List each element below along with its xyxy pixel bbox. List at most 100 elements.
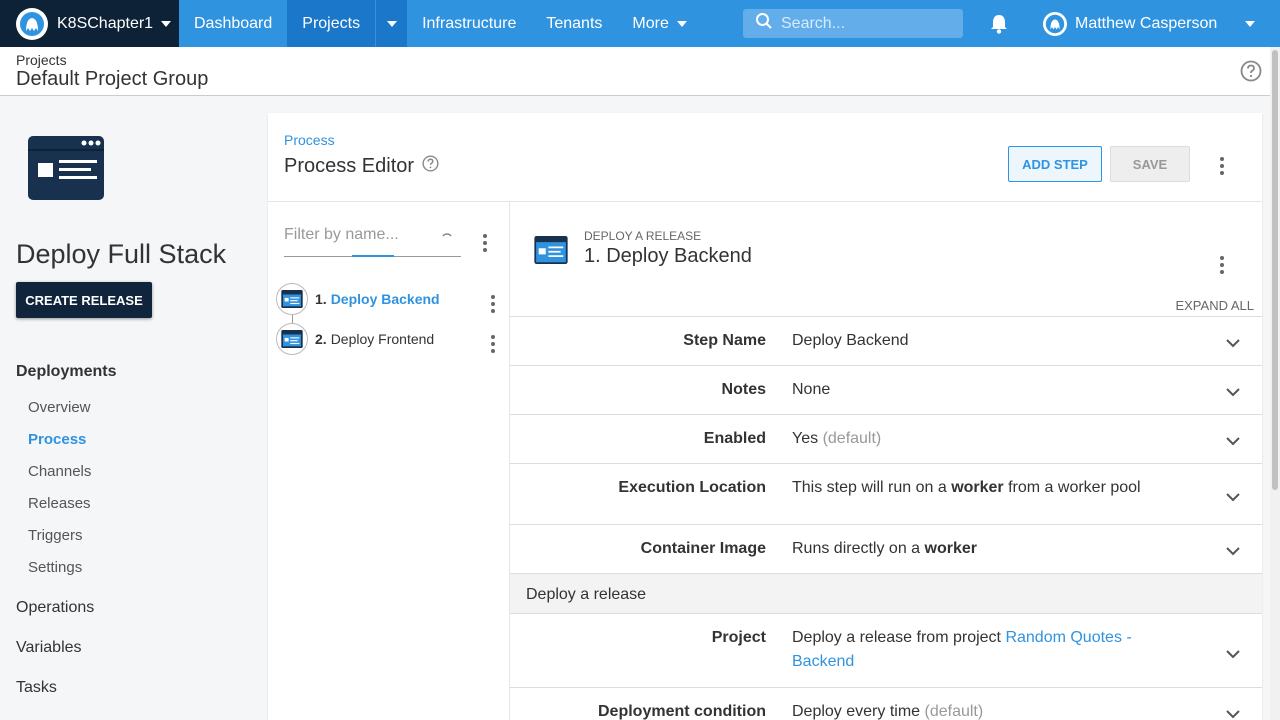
nav-dashboard[interactable]: Dashboard	[179, 0, 287, 47]
step-item[interactable]: 2. Deploy Frontend	[276, 323, 506, 355]
loading-bar	[352, 255, 394, 257]
search-icon	[755, 12, 773, 35]
create-release-button[interactable]: CREATE RELEASE	[16, 282, 152, 318]
sidebar-group-deployments[interactable]: Deployments	[16, 363, 116, 381]
chevron-down-icon	[676, 20, 687, 27]
space-switcher[interactable]: K8SChapter1	[0, 0, 179, 47]
row-value: Runs directly on a worker	[792, 537, 1182, 561]
row-value: Yes (default)	[792, 427, 1182, 451]
chevron-down-icon[interactable]	[1226, 543, 1240, 561]
step-label: Deploy Frontend	[330, 331, 435, 347]
search-input[interactable]	[781, 14, 951, 33]
more-options-icon[interactable]	[1220, 157, 1224, 178]
execution-location-row[interactable]: Execution Location This step will run on…	[510, 463, 1262, 524]
process-editor-card: Process Process Editor ADD STEP SAVE 1. …	[268, 113, 1262, 720]
page-title: Default Project Group	[16, 68, 209, 90]
nav-more[interactable]: More	[617, 0, 701, 47]
card-title: Process Editor	[284, 155, 439, 178]
sidebar-item-triggers[interactable]: Triggers	[28, 527, 82, 544]
enabled-row[interactable]: Enabled Yes (default)	[510, 414, 1262, 463]
save-button[interactable]: SAVE	[1110, 146, 1190, 182]
value-text: from a worker pool	[1003, 479, 1141, 496]
sidebar-group-tasks[interactable]: Tasks	[16, 679, 57, 697]
default-suffix: (default)	[822, 430, 882, 447]
user-menu[interactable]: Matthew Casperson	[1043, 0, 1256, 47]
steps-pane: 1. Deploy Backend 2. Deploy Frontend	[268, 202, 510, 720]
step-title: 1. Deploy Backend	[584, 245, 752, 267]
sidebar-item-settings[interactable]: Settings	[28, 559, 82, 576]
sidebar-item-overview[interactable]: Overview	[28, 399, 91, 416]
value-text: This step will run on a	[792, 479, 952, 496]
step-number: 2.	[315, 331, 327, 347]
deploy-release-icon	[534, 236, 568, 269]
sidebar-item-releases[interactable]: Releases	[28, 495, 91, 512]
project-name: Deploy Full Stack	[16, 239, 227, 269]
filter-field[interactable]	[284, 226, 461, 257]
scrollbar-thumb[interactable]	[1272, 50, 1278, 490]
filter-input[interactable]	[284, 226, 434, 244]
card-breadcrumb[interactable]: Process	[284, 132, 335, 148]
step-detail-options-icon[interactable]	[1220, 256, 1224, 277]
expand-all-button[interactable]: EXPAND ALL	[1175, 298, 1254, 313]
sidebar-item-process[interactable]: Process	[28, 431, 86, 448]
chevron-down-icon[interactable]	[1226, 646, 1240, 664]
step-options-icon[interactable]	[491, 295, 495, 316]
chevron-down-icon[interactable]	[1226, 433, 1240, 451]
row-value: Deploy Backend	[792, 332, 909, 349]
row-value: Deploy a release from project Random Quo…	[792, 626, 1152, 674]
projects-dropdown-button[interactable]	[375, 0, 408, 47]
sidebar-item-channels[interactable]: Channels	[28, 463, 91, 480]
nav-tenants[interactable]: Tenants	[531, 0, 617, 47]
step-name-row[interactable]: Step Name Deploy Backend	[510, 316, 1262, 365]
sidebar-group-variables[interactable]: Variables	[16, 639, 82, 657]
row-value: Deploy every time (default)	[792, 700, 1182, 720]
process-editor-title: Process Editor	[284, 155, 415, 177]
nav-projects[interactable]: Projects	[287, 0, 376, 47]
breadcrumb[interactable]: Projects	[16, 52, 67, 68]
nav-infrastructure[interactable]: Infrastructure	[407, 0, 531, 47]
page-header: Projects Default Project Group	[0, 47, 1270, 96]
chevron-down-icon	[386, 20, 397, 27]
page-scrollbar[interactable]	[1270, 47, 1280, 720]
chevron-down-icon[interactable]	[1226, 335, 1240, 353]
avatar	[1043, 11, 1067, 36]
step-label: Deploy Backend	[330, 291, 440, 307]
add-step-button[interactable]: ADD STEP	[1008, 146, 1102, 182]
filter-options-icon[interactable]	[483, 234, 487, 255]
user-name: Matthew Casperson	[1075, 14, 1218, 32]
help-icon[interactable]	[422, 155, 439, 178]
value-text: Runs directly on a	[792, 540, 925, 557]
row-label: Deployment condition	[598, 703, 766, 720]
help-icon[interactable]	[1240, 60, 1262, 87]
row-label: Enabled	[703, 430, 766, 447]
chevron-down-icon	[161, 20, 172, 27]
value-text: Deploy a release from project	[792, 629, 1006, 646]
deployment-condition-row[interactable]: Deployment condition Deploy every time (…	[510, 687, 1262, 720]
row-label: Step Name	[683, 332, 766, 349]
row-label: Project	[711, 629, 766, 646]
chevron-down-icon[interactable]	[1226, 384, 1240, 402]
value-bold: worker	[924, 540, 977, 557]
space-name: K8SChapter1	[57, 14, 154, 32]
bell-icon[interactable]	[989, 13, 1009, 40]
project-row[interactable]: Project Deploy a release from project Ra…	[510, 613, 1262, 687]
row-label: Container Image	[640, 540, 766, 557]
enabled-value: Yes	[792, 430, 819, 447]
spinner-icon	[441, 230, 453, 248]
deploy-release-icon	[276, 283, 308, 315]
project-sidebar: Deploy Full Stack CREATE RELEASE Deploym…	[0, 96, 267, 720]
container-image-row[interactable]: Container Image Runs directly on a worke…	[510, 524, 1262, 573]
step-item[interactable]: 1. Deploy Backend	[276, 283, 506, 315]
notes-row[interactable]: Notes None	[510, 365, 1262, 414]
row-value: None	[792, 381, 831, 398]
octopus-logo-icon	[16, 7, 48, 40]
step-options-icon[interactable]	[491, 335, 495, 356]
chevron-down-icon[interactable]	[1226, 489, 1240, 507]
row-label: Notes	[721, 381, 766, 398]
step-type-label: DEPLOY A RELEASE	[584, 229, 702, 243]
deploy-release-icon	[276, 323, 308, 355]
search-box[interactable]	[743, 9, 963, 38]
sidebar-group-operations[interactable]: Operations	[16, 599, 94, 617]
step-detail-pane: DEPLOY A RELEASE 1. Deploy Backend EXPAN…	[510, 202, 1262, 720]
chevron-down-icon[interactable]	[1226, 706, 1240, 720]
